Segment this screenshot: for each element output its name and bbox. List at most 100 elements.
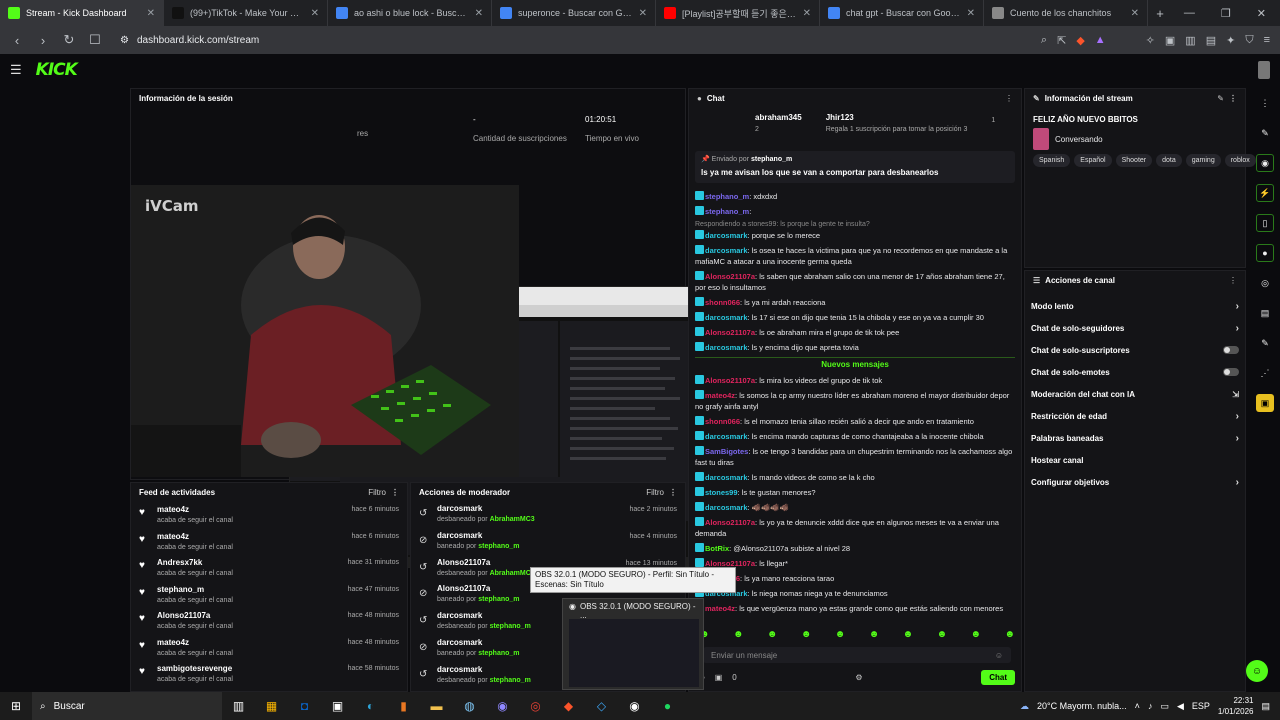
chat-message[interactable]: darcosmark: ls osea te haces la victima … [695,245,1015,267]
chat-message[interactable]: mateo4z: ls somos la cp army nuestro líd… [695,390,1015,412]
chat-input[interactable]: Enviar un mensaje ☺ [703,647,1011,663]
chat-message[interactable]: stephano_m: xdxdxd [695,191,1015,202]
edit-icon[interactable]: ✎ [1256,124,1274,142]
chat-message[interactable]: shonn066: ls ya mano reacciona tarao [695,573,1015,584]
clock[interactable]: 22:31 1/01/2026 [1218,695,1254,717]
edge-icon[interactable]: ◐ [354,699,387,713]
chat-bubble-icon[interactable]: ● [1256,244,1274,262]
chat-username[interactable]: Alonso21107a [705,518,755,527]
chat-message[interactable]: mateo4z: ls que vergüenza mano ya estas … [695,603,1015,614]
browser-tab[interactable]: [Playlist]공부할때 듣기 좋은 지브리 ✕ [656,0,820,26]
capcut-icon[interactable]: ▣ [321,699,354,713]
file-explorer-icon[interactable]: ▬ [420,699,453,713]
obs-taskbar-icon[interactable]: ◉ [618,699,651,713]
feed-item[interactable]: ♥ stephano_m acaba de seguir el canal hace … [131,581,407,608]
channel-action-item[interactable]: Modo lento › [1025,295,1245,317]
chat-message[interactable]: darcosmark: ls mando videos de como se l… [695,472,1015,483]
emote-icon[interactable]: ☻ [801,629,812,640]
chat-username[interactable]: Alonso21107a [705,376,755,385]
browser-tab[interactable]: Cuento de los chanchitos ✕ [984,0,1148,26]
channel-action-item[interactable]: Restricción de edad › [1025,405,1245,427]
channel-action-item[interactable]: Chat de solo-seguidores › [1025,317,1245,339]
emote-icon[interactable]: ☻ [767,629,778,640]
chat-username[interactable]: darcosmark [705,343,748,352]
browser-tab[interactable]: Stream - Kick Dashboard ✕ [0,0,164,26]
emote-icon[interactable]: ☻ [835,629,846,640]
feed-filter-button[interactable]: Filtro [368,488,386,497]
chat-bot-icon[interactable]: ☺ [1246,660,1268,682]
chat-username[interactable]: darcosmark [705,231,748,240]
hamburger-menu-icon[interactable]: ☰ [10,62,22,78]
broadcast-icon[interactable]: ◎ [1256,274,1274,292]
zoom-icon[interactable]: ⌕ [1041,34,1047,47]
feed-item[interactable]: ♥ mateo4z acaba de seguir el canal hace 6 m… [131,528,407,555]
emote-icon[interactable]: ☻ [733,629,744,640]
chat-username[interactable]: mateo4z [705,391,735,400]
steam-icon[interactable]: ◍ [453,699,486,713]
vpn-icon[interactable]: ⛉ [1245,34,1253,47]
feed-item[interactable]: ♥ sambigotesrevenge acaba de seguir el can… [131,660,407,687]
close-icon[interactable]: ✕ [1131,8,1139,19]
chat-message[interactable]: darcosmark: ls encima mando capturas de … [695,431,1015,442]
tool-icon[interactable]: ✎ [1256,334,1274,352]
feed-more-icon[interactable]: ⋮ [391,488,399,497]
chat-message[interactable]: Alonso21107a: ls saben que abraham salio… [695,271,1015,293]
leo-icon[interactable]: ✦ [1226,34,1235,47]
edit-icon[interactable]: ✎ [1217,94,1224,103]
chat-more-icon[interactable]: ⋮ [1005,94,1013,103]
back-icon[interactable]: ‹ [10,33,24,48]
obs-taskbar-preview[interactable]: ◉ OBS 32.0.1 (MODO SEGURO) - ... [562,598,704,690]
toggle-switch[interactable] [1223,346,1239,354]
chat-message[interactable]: SamBigotes: ls oe tengo 3 bandidas para … [695,446,1015,468]
reload-icon[interactable]: ↻ [62,32,76,48]
channel-action-item[interactable]: Chat de solo-suscriptores [1025,339,1245,361]
more-icon[interactable]: ⋮ [1256,94,1274,112]
gift-icon[interactable]: ▣ [715,673,723,682]
chat-message[interactable]: Alonso21107a: ls llegar* [695,558,1015,569]
browser-tab[interactable]: chat gpt - Buscar con Google ✕ [820,0,984,26]
lightning-icon[interactable]: ⚡ [1256,184,1274,202]
maximize-icon[interactable]: ❐ [1221,7,1231,20]
extensions-icon[interactable]: ✧ [1146,34,1155,47]
share-network-icon[interactable]: ⋰ [1256,364,1274,382]
chat-username[interactable]: darcosmark [705,473,748,482]
windows-start-icon[interactable]: ⊞ [0,699,32,713]
chat-message[interactable]: shonn066: ls ya mi ardah reacciona [695,297,1015,308]
minimize-icon[interactable]: — [1184,7,1195,20]
chat-username[interactable]: SamBigotes [705,447,748,456]
webcam-icon[interactable]: ◉ [1256,154,1274,172]
browser-tab[interactable]: ao ashi o blue lock - Buscar con Goo ✕ [328,0,492,26]
chat-username[interactable]: shonn066 [705,298,740,307]
print-icon[interactable]: ▤ [1256,304,1274,322]
stream-tag[interactable]: Spanish [1033,154,1071,167]
browser-tab[interactable]: (99+)TikTok - Make Your Day ✕ [164,0,328,26]
chat-message[interactable]: darcosmark: ls 17 si ese on dijo que ten… [695,312,1015,323]
chat-settings-icon[interactable]: ⚙ [855,673,862,682]
mod-action-item[interactable]: ⊘ darcosmark baneado por stephano_m hace 4 … [411,528,685,555]
app-4-icon[interactable]: ▮ [387,699,420,713]
emote-icon[interactable]: ☻ [971,629,982,640]
channel-action-item[interactable]: Chat de solo-emotes [1025,361,1245,383]
chat-username[interactable]: darcosmark [705,432,748,441]
stream-tag[interactable]: dota [1156,154,1182,167]
forward-icon[interactable]: › [36,33,50,48]
emote-icon[interactable]: ☻ [937,629,948,640]
menu-icon[interactable]: ≡ [1264,34,1270,47]
chat-message[interactable]: stephano_m: [695,206,1015,217]
wallet-icon[interactable]: ▤ [1206,34,1216,47]
browser-tab[interactable]: superonce - Buscar con Google ✕ [492,0,656,26]
emote-icon[interactable]: ☻ [869,629,880,640]
close-icon[interactable]: ✕ [803,8,811,19]
close-icon[interactable]: ✕ [967,8,975,19]
feed-item[interactable]: ♥ mateo4z acaba de seguir el canal hace 48 … [131,634,407,661]
chat-username[interactable]: stephano_m [705,192,749,201]
spotify-icon[interactable]: ● [651,699,684,713]
chat-message[interactable]: darcosmark: porque se lo merece [695,230,1015,241]
mod-action-item[interactable]: ↺ darcosmark desbaneado por AbrahamMC3 hace… [411,501,685,528]
sidebar-icon[interactable]: ▥ [1185,34,1195,47]
kick-logo[interactable]: KICK [36,60,78,80]
channel-action-item[interactable]: Configurar objetivos › [1025,471,1245,493]
share-icon[interactable]: ⇱ [1057,34,1066,47]
brave-icon[interactable]: ◆ [552,699,585,713]
chat-message[interactable]: BotRix: @Alonso21107a subiste al nivel 2… [695,543,1015,554]
